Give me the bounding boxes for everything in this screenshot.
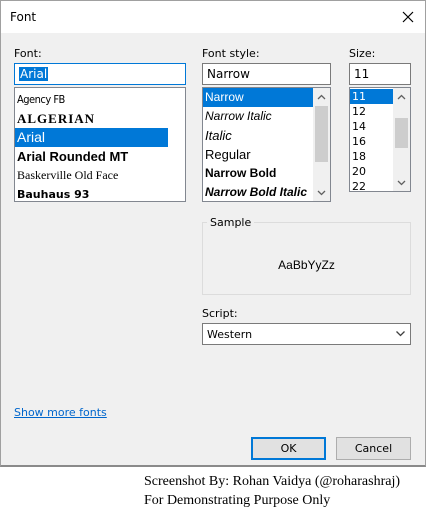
chevron-down-icon [317, 190, 326, 195]
caption-line-2: For Demonstrating Purpose Only [144, 493, 331, 508]
ok-button[interactable]: OK [251, 437, 326, 460]
font-list-item[interactable]: Bauhaus 93 [15, 185, 168, 201]
size-list[interactable]: 11 12 14 16 18 20 22 [349, 87, 411, 192]
scroll-thumb[interactable] [395, 118, 408, 148]
font-list-item[interactable]: ALGERIAN [15, 109, 168, 128]
caption-line-1: Screenshot By: Rohan Vaidya (@roharashra… [144, 474, 401, 489]
close-icon [402, 11, 414, 23]
font-name-input-value: Arial [19, 67, 49, 81]
style-list-item[interactable]: Italic [203, 126, 313, 145]
sample-label: Sample [207, 216, 255, 229]
size-list-item[interactable]: 20 [350, 164, 393, 179]
font-style-input[interactable]: Narrow [202, 63, 331, 85]
show-more-fonts-link[interactable]: Show more fonts [14, 406, 107, 419]
scroll-thumb[interactable] [315, 106, 328, 162]
script-select[interactable]: Western [202, 323, 411, 345]
script-label: Script: [202, 307, 238, 320]
font-list-item[interactable]: Agency FB [15, 90, 168, 109]
size-list-item[interactable]: 14 [350, 119, 393, 134]
scroll-up-button[interactable] [393, 88, 410, 105]
style-list-item[interactable]: Regular [203, 145, 313, 164]
font-list-item[interactable]: Baskerville Old Face [15, 166, 168, 185]
title-bar[interactable]: Font [1, 1, 425, 33]
chevron-down-icon [397, 180, 406, 185]
chevron-down-icon [396, 331, 405, 337]
style-list-item[interactable]: Narrow Italic [203, 107, 313, 126]
font-list[interactable]: Agency FB ALGERIAN Arial Arial Rounded M… [14, 87, 186, 202]
size-list-item-selected[interactable]: 11 [350, 89, 393, 104]
chevron-up-icon [317, 94, 326, 99]
size-input[interactable]: 11 [349, 63, 411, 85]
style-list-item[interactable]: Narrow Bold Italic [203, 183, 313, 201]
font-list-item[interactable]: Arial Rounded MT [15, 147, 168, 166]
font-dialog: Font Font: Arial Agency FB ALGERIAN Aria… [0, 0, 426, 467]
window-title: Font [10, 10, 37, 24]
scroll-down-button[interactable] [313, 184, 330, 201]
size-list-item[interactable]: 16 [350, 134, 393, 149]
chevron-up-icon [397, 94, 406, 99]
size-label: Size: [349, 47, 376, 60]
style-list-item[interactable]: Narrow Bold [203, 164, 313, 183]
dropdown-button[interactable] [395, 328, 406, 342]
size-list-item[interactable]: 18 [350, 149, 393, 164]
scroll-up-button[interactable] [313, 88, 330, 105]
font-style-label: Font style: [202, 47, 260, 60]
font-name-input[interactable]: Arial [14, 63, 186, 85]
font-label: Font: [14, 47, 42, 60]
font-list-item-selected[interactable]: Arial [15, 128, 168, 147]
cancel-button[interactable]: Cancel [336, 437, 411, 460]
script-select-value: Western [207, 328, 253, 341]
size-list-item[interactable]: 12 [350, 104, 393, 119]
style-list-item-selected[interactable]: Narrow [203, 88, 313, 107]
sample-preview-text: AaBbYyZz [278, 258, 335, 272]
size-list-item[interactable]: 22 [350, 179, 393, 191]
close-button[interactable] [391, 1, 425, 33]
size-scrollbar[interactable] [393, 88, 410, 191]
scroll-down-button[interactable] [393, 174, 410, 191]
font-style-list[interactable]: Narrow Narrow Italic Italic Regular Narr… [202, 87, 331, 202]
font-style-scrollbar[interactable] [313, 88, 330, 201]
